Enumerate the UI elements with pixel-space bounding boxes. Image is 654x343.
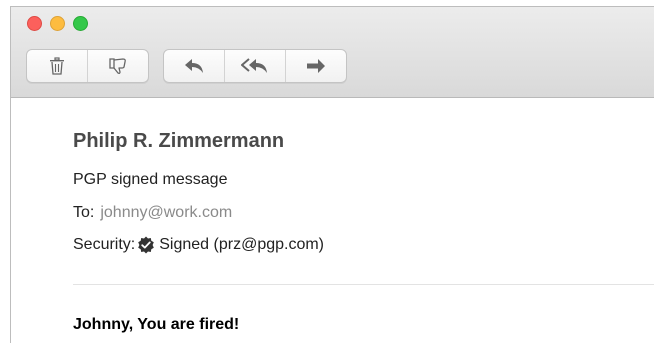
delete-button[interactable] bbox=[27, 50, 88, 82]
minimize-window-button[interactable] bbox=[50, 16, 65, 31]
junk-button[interactable] bbox=[88, 50, 148, 82]
security-status[interactable]: Signed (prz@pgp.com) bbox=[159, 236, 324, 254]
message-subject: PGP signed message bbox=[73, 171, 228, 188]
forward-icon bbox=[307, 59, 325, 73]
reply-all-button[interactable] bbox=[225, 50, 286, 82]
forward-button[interactable] bbox=[286, 50, 346, 82]
trash-icon bbox=[50, 57, 64, 75]
junk-icon bbox=[109, 58, 126, 74]
sender-name[interactable]: Philip R. Zimmermann bbox=[73, 130, 284, 153]
reply-actions-group bbox=[163, 49, 347, 83]
security-label: Security: bbox=[73, 236, 136, 253]
to-label: To: bbox=[73, 204, 95, 221]
security-row: Security: Signed (prz@pgp.com) bbox=[73, 236, 324, 254]
verified-badge-icon bbox=[138, 236, 155, 254]
header-divider bbox=[73, 284, 654, 285]
close-window-button[interactable] bbox=[27, 16, 42, 31]
recipient-row: To: johnny@work.com bbox=[73, 204, 232, 222]
reply-icon bbox=[185, 59, 203, 73]
recipient-address[interactable]: johnny@work.com bbox=[100, 204, 232, 221]
mailbox-actions-group bbox=[26, 49, 149, 83]
message-view: Philip R. Zimmermann PGP signed message … bbox=[11, 98, 654, 343]
message-body: Johnny, You are fired! bbox=[73, 316, 240, 333]
window-controls bbox=[27, 16, 88, 31]
mail-window: Philip R. Zimmermann PGP signed message … bbox=[10, 6, 654, 343]
toolbar bbox=[11, 7, 654, 98]
maximize-window-button[interactable] bbox=[73, 16, 88, 31]
reply-button[interactable] bbox=[164, 50, 225, 82]
reply-all-icon bbox=[241, 58, 267, 73]
